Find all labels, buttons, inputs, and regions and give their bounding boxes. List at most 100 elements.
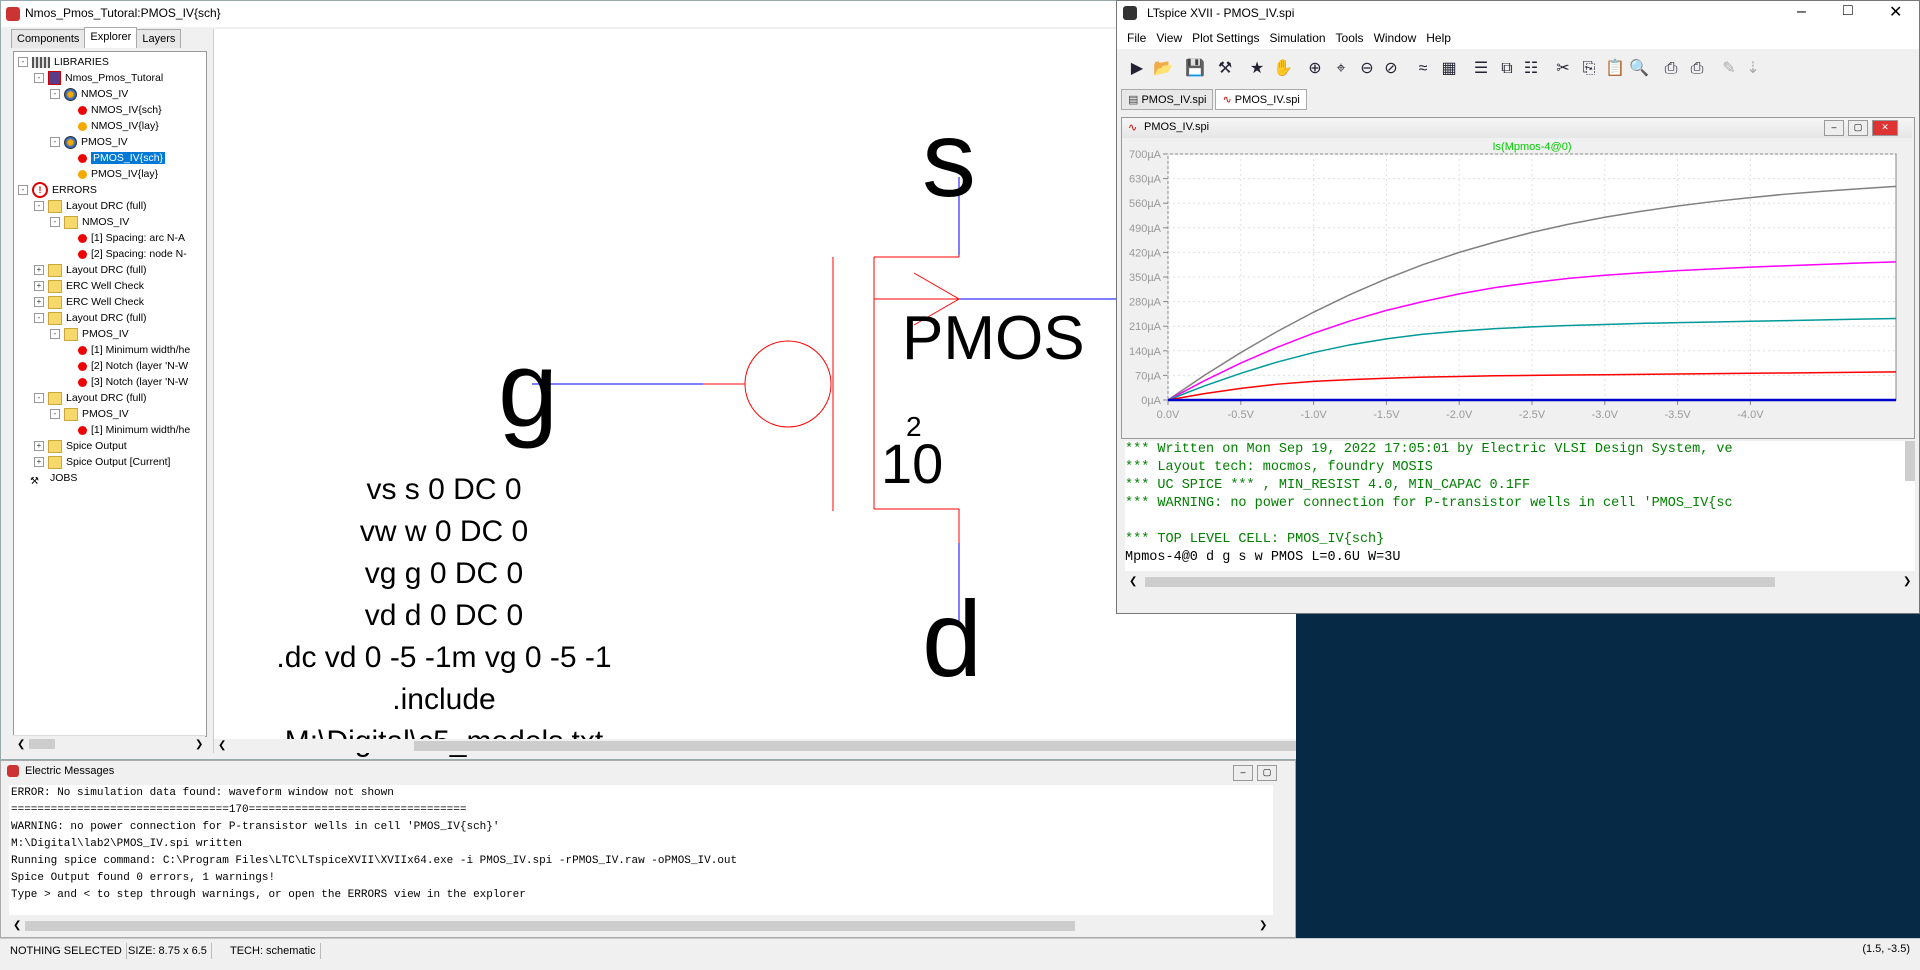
- collapse-icon[interactable]: -: [50, 217, 60, 228]
- cut-icon[interactable]: ✂: [1551, 57, 1575, 81]
- scroll-thumb[interactable]: [1145, 577, 1775, 587]
- tree-item[interactable]: - Layout DRC (full): [34, 310, 147, 326]
- tab-components[interactable]: Components: [11, 29, 86, 48]
- menu-item[interactable]: Tools: [1336, 27, 1364, 49]
- tab-waveform[interactable]: ∿ PMOS_IV.spi: [1215, 89, 1307, 110]
- pan-icon[interactable]: ✋: [1271, 57, 1295, 81]
- plot-restore-button[interactable]: ▢: [1848, 120, 1868, 136]
- netlist-vscroll-thumb[interactable]: [1905, 441, 1915, 481]
- print-icon[interactable]: ⎙: [1685, 57, 1709, 81]
- tree-item[interactable]: -! ERRORS: [18, 182, 97, 199]
- expand-icon[interactable]: +: [34, 297, 44, 308]
- restore-button[interactable]: ▢: [1257, 765, 1277, 781]
- collapse-icon[interactable]: -: [18, 185, 28, 196]
- tree-item[interactable]: - PMOS_IV: [50, 134, 128, 150]
- tree-item[interactable]: [1] Spacing: arc N-A: [66, 230, 185, 246]
- expand-icon[interactable]: +: [34, 457, 44, 468]
- tree-item[interactable]: - NMOS_IV: [50, 214, 129, 230]
- tree-item[interactable]: PMOS_IV{lay}: [66, 166, 158, 182]
- control-panel-icon[interactable]: ⚒: [1213, 57, 1237, 81]
- cascade-icon[interactable]: ⧉: [1495, 57, 1519, 81]
- expand-icon[interactable]: +: [34, 281, 44, 292]
- tree-item[interactable]: + Spice Output [Current]: [34, 454, 170, 470]
- scroll-thumb[interactable]: [29, 739, 55, 749]
- ltspice-titlebar[interactable]: LTspice XVII - PMOS_IV.spi – □ ✕: [1117, 1, 1919, 27]
- tab-layers[interactable]: Layers: [136, 29, 182, 48]
- scroll-right-icon[interactable]: ❯: [1903, 576, 1911, 587]
- netlist-hscrollbar[interactable]: ❮ ❯: [1125, 575, 1915, 589]
- scroll-left-icon[interactable]: ❮: [13, 920, 21, 931]
- scroll-left-icon[interactable]: ❮: [218, 740, 226, 751]
- find-icon[interactable]: 🔍: [1627, 57, 1651, 81]
- print-preview-icon[interactable]: ⎙: [1659, 57, 1683, 81]
- tree-item[interactable]: ⚒ JOBS: [18, 470, 77, 487]
- tree-item[interactable]: [1] Minimum width/he: [66, 422, 190, 438]
- menu-item[interactable]: File: [1127, 27, 1146, 49]
- zoom-rect-icon[interactable]: ⌖: [1329, 57, 1353, 81]
- tree-item[interactable]: [2] Spacing: node N-: [66, 246, 187, 262]
- tree-item[interactable]: [2] Notch (layer 'N-W: [66, 358, 188, 374]
- collapse-icon[interactable]: -: [50, 137, 60, 148]
- tree-item[interactable]: - Nmos_Pmos_Tutoral: [34, 70, 163, 86]
- maximize-icon[interactable]: □: [1843, 2, 1853, 20]
- expand-icon[interactable]: +: [34, 441, 44, 452]
- minimize-button[interactable]: ‒: [1233, 765, 1253, 781]
- plot-minimize-button[interactable]: ‒: [1824, 120, 1844, 136]
- collapse-icon[interactable]: -: [50, 89, 60, 100]
- minimize-icon[interactable]: –: [1797, 3, 1806, 21]
- menu-item[interactable]: Window: [1374, 27, 1417, 49]
- tile-horizontal-icon[interactable]: ☰: [1469, 57, 1493, 81]
- collapse-icon[interactable]: -: [34, 201, 44, 212]
- tree-item[interactable]: + Spice Output: [34, 438, 127, 454]
- plot-close-button[interactable]: ✕: [1872, 120, 1898, 136]
- zoom-out-icon[interactable]: ⊖: [1355, 57, 1379, 81]
- scroll-right-icon[interactable]: ❯: [195, 739, 203, 750]
- paste-icon[interactable]: 📋: [1603, 57, 1627, 81]
- tree-item[interactable]: - PMOS_IV: [50, 406, 129, 422]
- save-icon[interactable]: 💾: [1183, 57, 1207, 81]
- tree-item[interactable]: [3] Notch (layer 'N-W: [66, 374, 188, 390]
- tree-item[interactable]: - PMOS_IV: [50, 326, 129, 342]
- menu-item[interactable]: Plot Settings: [1192, 27, 1259, 49]
- waveform-plot[interactable]: 0µA 70µA 140µA 210µA 280µA 350µA 420µA 490µA 560…: [1126, 140, 1908, 434]
- zoom-in-icon[interactable]: ⊕: [1303, 57, 1327, 81]
- menu-item[interactable]: View: [1156, 27, 1182, 49]
- tree-item[interactable]: [1] Minimum width/he: [66, 342, 190, 358]
- scroll-right-icon[interactable]: ❯: [1259, 920, 1267, 931]
- tree-item[interactable]: + ERC Well Check: [34, 278, 144, 294]
- messages-body[interactable]: ERROR: No simulation data found: wavefor…: [9, 785, 1273, 915]
- open-icon[interactable]: 📂: [1151, 57, 1175, 81]
- tile-vertical-icon[interactable]: ☷: [1519, 57, 1543, 81]
- messages-hscrollbar[interactable]: ❮ ❯: [9, 919, 1271, 933]
- copy-icon[interactable]: ⎘: [1577, 57, 1601, 81]
- tab-explorer[interactable]: Explorer: [84, 27, 138, 48]
- menu-item[interactable]: Simulation: [1270, 27, 1326, 49]
- netlist-text[interactable]: *** Written on Mon Sep 19, 2022 17:05:01…: [1125, 441, 1915, 571]
- tree-item[interactable]: - Layout DRC (full): [34, 390, 147, 406]
- collapse-icon[interactable]: -: [34, 393, 44, 404]
- scroll-left-icon[interactable]: ❮: [1129, 576, 1137, 587]
- tree-item[interactable]: + Layout DRC (full): [34, 262, 147, 278]
- draw-icon[interactable]: ✎: [1717, 57, 1741, 81]
- scroll-left-icon[interactable]: ❮: [17, 739, 25, 750]
- tree-item[interactable]: - LIBRARIES: [18, 54, 109, 70]
- collapse-icon[interactable]: -: [34, 73, 44, 84]
- tab-schematic[interactable]: ▤ PMOS_IV.spi: [1121, 89, 1214, 110]
- plot-titlebar[interactable]: ∿ PMOS_IV.spi ‒ ▢ ✕: [1122, 118, 1912, 138]
- halt-icon[interactable]: ★: [1245, 57, 1269, 81]
- collapse-icon[interactable]: -: [50, 329, 60, 340]
- collapse-icon[interactable]: -: [34, 313, 44, 324]
- explorer-hscrollbar[interactable]: ❮ ❯: [13, 735, 205, 752]
- tree-item[interactable]: - NMOS_IV: [50, 86, 128, 102]
- expand-icon[interactable]: +: [34, 265, 44, 276]
- run-icon[interactable]: ▶: [1125, 57, 1149, 81]
- tree-item[interactable]: PMOS_IV{sch}: [66, 150, 166, 166]
- collapse-icon[interactable]: -: [18, 57, 28, 68]
- grid-icon[interactable]: ▦: [1437, 57, 1461, 81]
- zoom-fit-icon[interactable]: ⊘: [1379, 57, 1403, 81]
- scroll-thumb[interactable]: [414, 741, 1314, 751]
- collapse-icon[interactable]: -: [50, 409, 60, 420]
- autorange-icon[interactable]: ≈: [1411, 57, 1435, 81]
- tree-item[interactable]: NMOS_IV{sch}: [66, 102, 162, 118]
- scroll-thumb[interactable]: [25, 921, 1075, 931]
